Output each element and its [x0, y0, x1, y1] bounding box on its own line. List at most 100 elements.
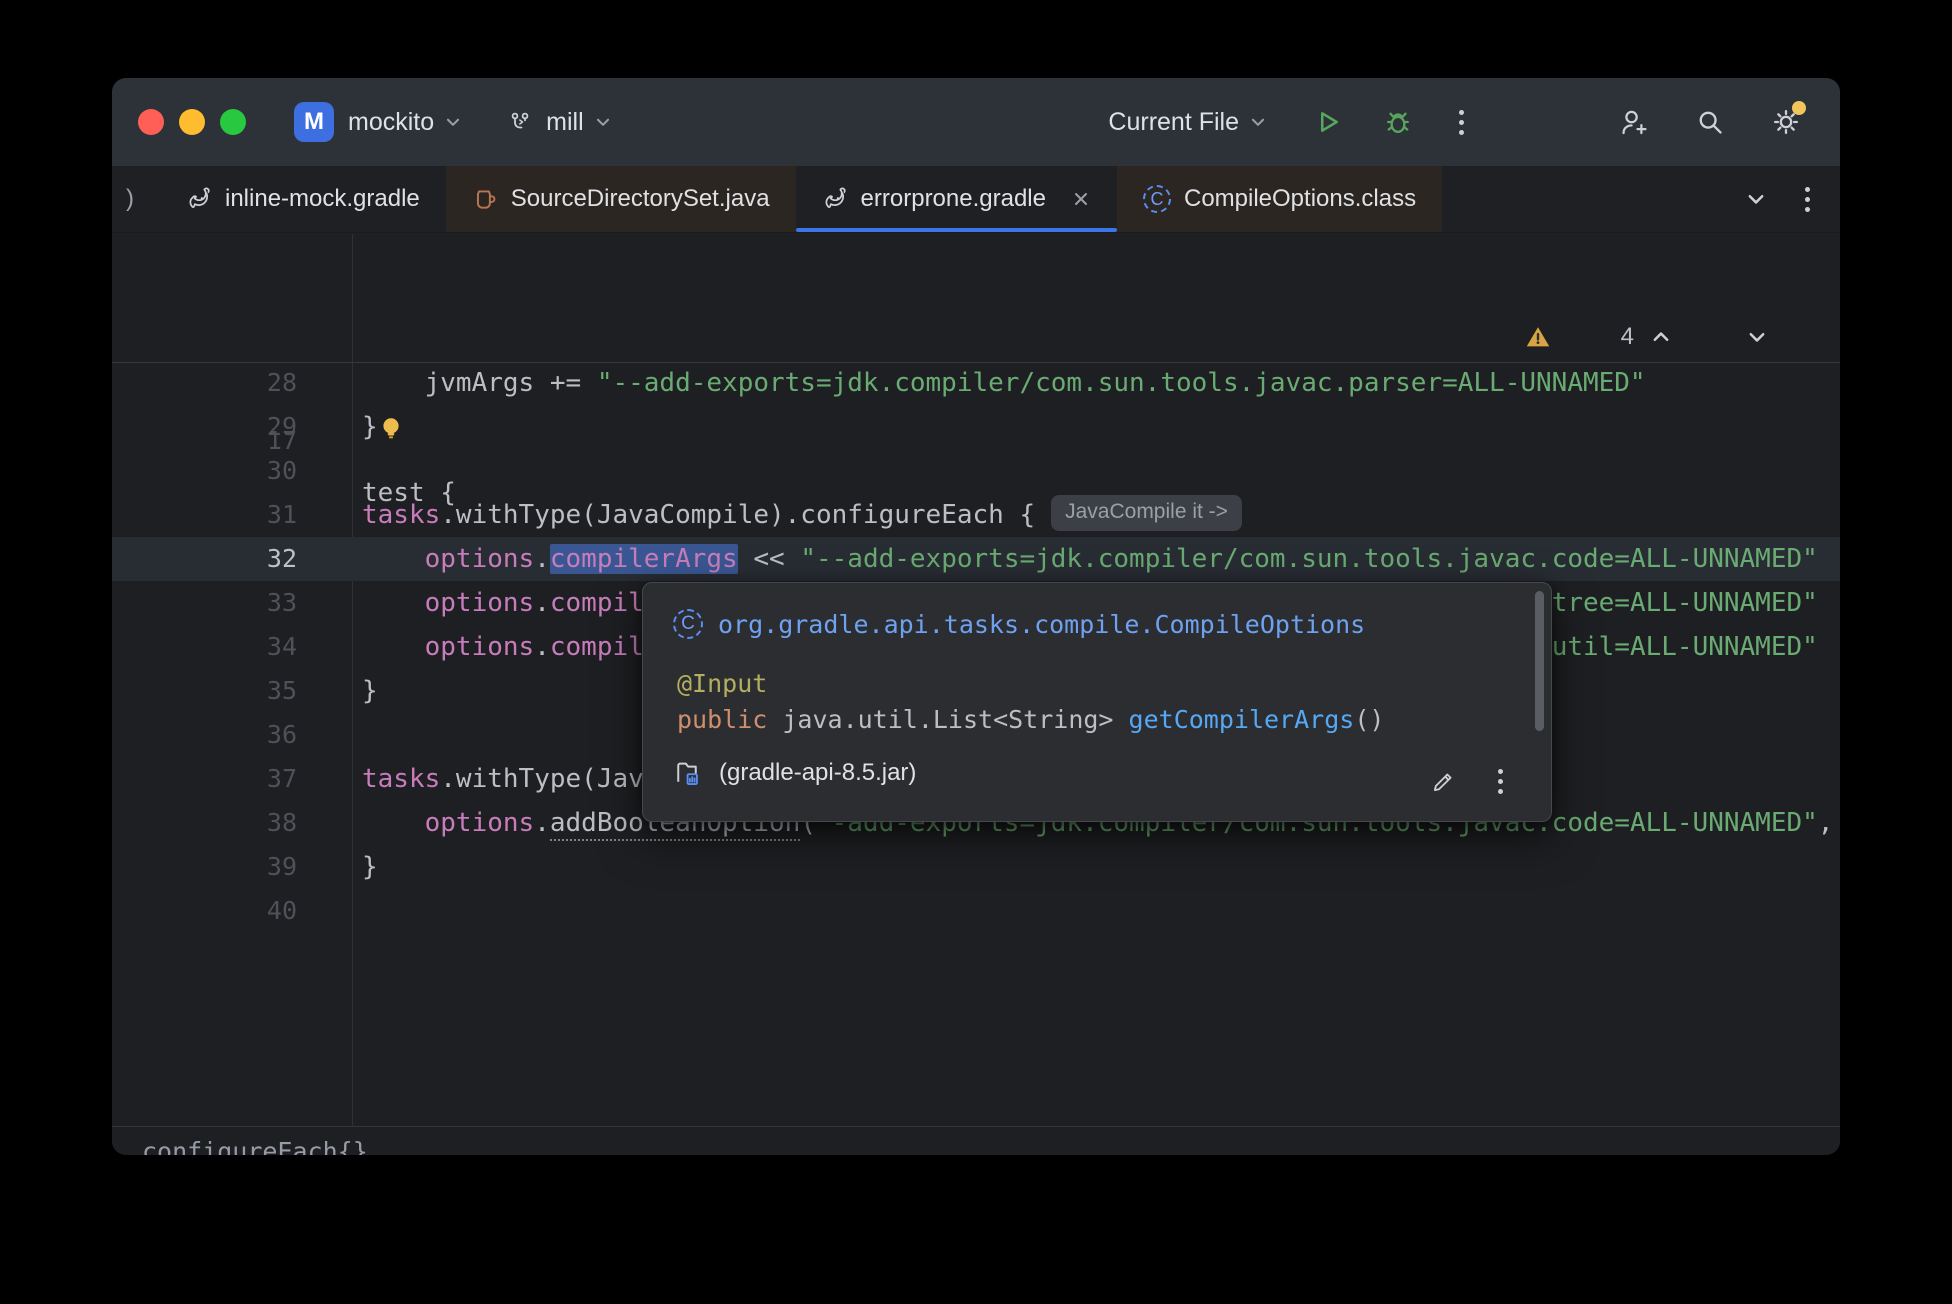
- tab-label: inline-mock.gradle: [225, 185, 420, 213]
- project-badge[interactable]: M: [294, 102, 334, 142]
- code-token: tasks: [362, 764, 440, 794]
- sticky-line[interactable]: 17 test { 4: [112, 311, 1840, 363]
- ide-window: M mockito mill Current Fi: [112, 78, 1840, 1155]
- popup-signature: public java.util.List<String> getCompile…: [677, 705, 1384, 734]
- code-text: options.compilerArgs << "--add-exports=j…: [362, 537, 1818, 581]
- tab-truncated[interactable]: ): [112, 166, 160, 232]
- popup-annotation: @Input: [677, 669, 767, 698]
- tab-compileoptions-class[interactable]: C CompileOptions.class: [1117, 166, 1442, 232]
- more-actions-icon[interactable]: [1455, 106, 1468, 139]
- inlay-hint[interactable]: JavaCompile it ->: [1051, 495, 1242, 531]
- run-button[interactable]: [1313, 107, 1343, 137]
- edit-source-pencil-icon[interactable]: [1430, 769, 1456, 795]
- git-branch-icon: [508, 110, 532, 134]
- code-token: [362, 808, 425, 838]
- notification-dot: [1792, 101, 1806, 115]
- code-token: jvmArgs +=: [362, 368, 597, 398]
- tab-label: CompileOptions.class: [1184, 185, 1416, 213]
- signature-parens: (): [1354, 705, 1384, 734]
- tab-inline-mock-gradle[interactable]: inline-mock.gradle: [160, 166, 446, 232]
- vcs-widget[interactable]: mill: [508, 108, 612, 137]
- line-number[interactable]: 36: [112, 713, 297, 757]
- code-text: jvmArgs += "--add-exports=jdk.compiler/c…: [362, 361, 1646, 405]
- add-user-icon[interactable]: [1618, 106, 1650, 138]
- code-line-39[interactable]: 39}: [112, 845, 1840, 889]
- code-token: }: [362, 676, 378, 706]
- code-token: .: [534, 544, 550, 574]
- code-token: options: [425, 808, 535, 838]
- popup-scrollbar-thumb[interactable]: [1535, 591, 1544, 731]
- class-icon: C: [673, 609, 703, 639]
- close-tab-icon[interactable]: [1071, 189, 1091, 209]
- breadcrumb-bar: configureEach{}: [112, 1126, 1840, 1155]
- tab-label: errorprone.gradle: [861, 185, 1046, 213]
- branch-name: mill: [546, 108, 584, 137]
- signature-modifier: public: [677, 705, 782, 734]
- code-token: [362, 544, 425, 574]
- code-token: options: [425, 544, 535, 574]
- prev-problem-chevron-icon[interactable]: [1650, 234, 1730, 452]
- run-configuration-name: Current File: [1108, 108, 1239, 137]
- code-token: [362, 588, 425, 618]
- line-number[interactable]: 38: [112, 801, 297, 845]
- popup-origin-jar: (gradle-api-8.5.jar): [719, 759, 916, 787]
- chevron-down-icon[interactable]: [444, 113, 462, 131]
- line-number[interactable]: 40: [112, 889, 297, 933]
- code-text: tasks.withType(JavaCompile).configureEac…: [362, 493, 1242, 537]
- line-number: 17: [112, 415, 297, 467]
- library-jar-icon: [673, 759, 701, 787]
- signature-return-type: java.util.List<String>: [782, 705, 1128, 734]
- gradle-icon: [822, 186, 848, 212]
- warning-count: 4: [1621, 311, 1634, 363]
- close-window-button[interactable]: [138, 109, 164, 135]
- popup-class-fqn[interactable]: org.gradle.api.tasks.compile.CompileOpti…: [718, 610, 1365, 639]
- tab-errorprone-gradle[interactable]: errorprone.gradle: [796, 166, 1117, 232]
- project-name[interactable]: mockito: [348, 108, 434, 137]
- minimize-window-button[interactable]: [179, 109, 205, 135]
- debug-button[interactable]: [1383, 107, 1413, 137]
- title-bar: M mockito mill Current Fi: [112, 78, 1840, 166]
- code-token: ,: [1818, 808, 1840, 838]
- line-number[interactable]: 37: [112, 757, 297, 801]
- inspections-widget[interactable]: 4: [1525, 311, 1826, 363]
- desktop: M mockito mill Current Fi: [0, 0, 1952, 1304]
- search-icon[interactable]: [1694, 106, 1726, 138]
- code-line-40[interactable]: 40: [112, 889, 1840, 933]
- code-token: "--add-exports=jdk.compiler/com.sun.tool…: [800, 544, 1817, 574]
- line-number[interactable]: 39: [112, 845, 297, 889]
- code-token: <<: [738, 544, 801, 574]
- gradle-icon: [186, 186, 212, 212]
- line-number[interactable]: 34: [112, 625, 297, 669]
- intention-lightbulb-icon[interactable]: [378, 415, 404, 441]
- code-token: "--add-exports=jdk.compiler/com.sun.tool…: [597, 368, 1646, 398]
- warning-icon: [1525, 234, 1605, 454]
- line-number[interactable]: 35: [112, 669, 297, 713]
- chevron-down-icon: [1249, 113, 1267, 131]
- code-token: }: [362, 852, 378, 882]
- signature-method-name[interactable]: getCompilerArgs: [1129, 705, 1355, 734]
- code-line-32[interactable]: 32 options.compilerArgs << "--add-export…: [112, 537, 1840, 581]
- popup-options-icon[interactable]: [1494, 765, 1507, 798]
- tab-options-icon[interactable]: [1801, 183, 1814, 216]
- settings-gear-icon[interactable]: [1770, 106, 1802, 138]
- code-token: .withType(JavaCompile).configureEach {: [440, 500, 1035, 530]
- chevron-down-icon: [594, 113, 612, 131]
- tabs-list-chevron-icon[interactable]: [1745, 188, 1767, 210]
- code-text: }: [362, 845, 378, 889]
- code-token: .: [534, 632, 550, 662]
- zoom-window-button[interactable]: [220, 109, 246, 135]
- run-configuration-selector[interactable]: Current File: [1108, 108, 1267, 137]
- java-file-icon: [472, 186, 498, 212]
- code-token: [362, 632, 425, 662]
- code-editor[interactable]: 28 jvmArgs += "--add-exports=jdk.compile…: [112, 234, 1840, 1126]
- editor-tab-bar: ) inline-mock.gradle SourceDi: [112, 166, 1840, 233]
- breadcrumb-item[interactable]: configureEach{}: [142, 1137, 368, 1156]
- sticky-line-code: test {: [362, 467, 456, 519]
- tab-sourcedirectoryset-java[interactable]: SourceDirectorySet.java: [446, 166, 796, 232]
- code-token: options: [425, 632, 535, 662]
- code-token: }: [362, 412, 378, 442]
- code-text: }: [362, 405, 378, 449]
- next-problem-chevron-icon[interactable]: [1746, 234, 1826, 452]
- window-controls: [138, 109, 246, 135]
- tab-label: SourceDirectorySet.java: [511, 185, 770, 213]
